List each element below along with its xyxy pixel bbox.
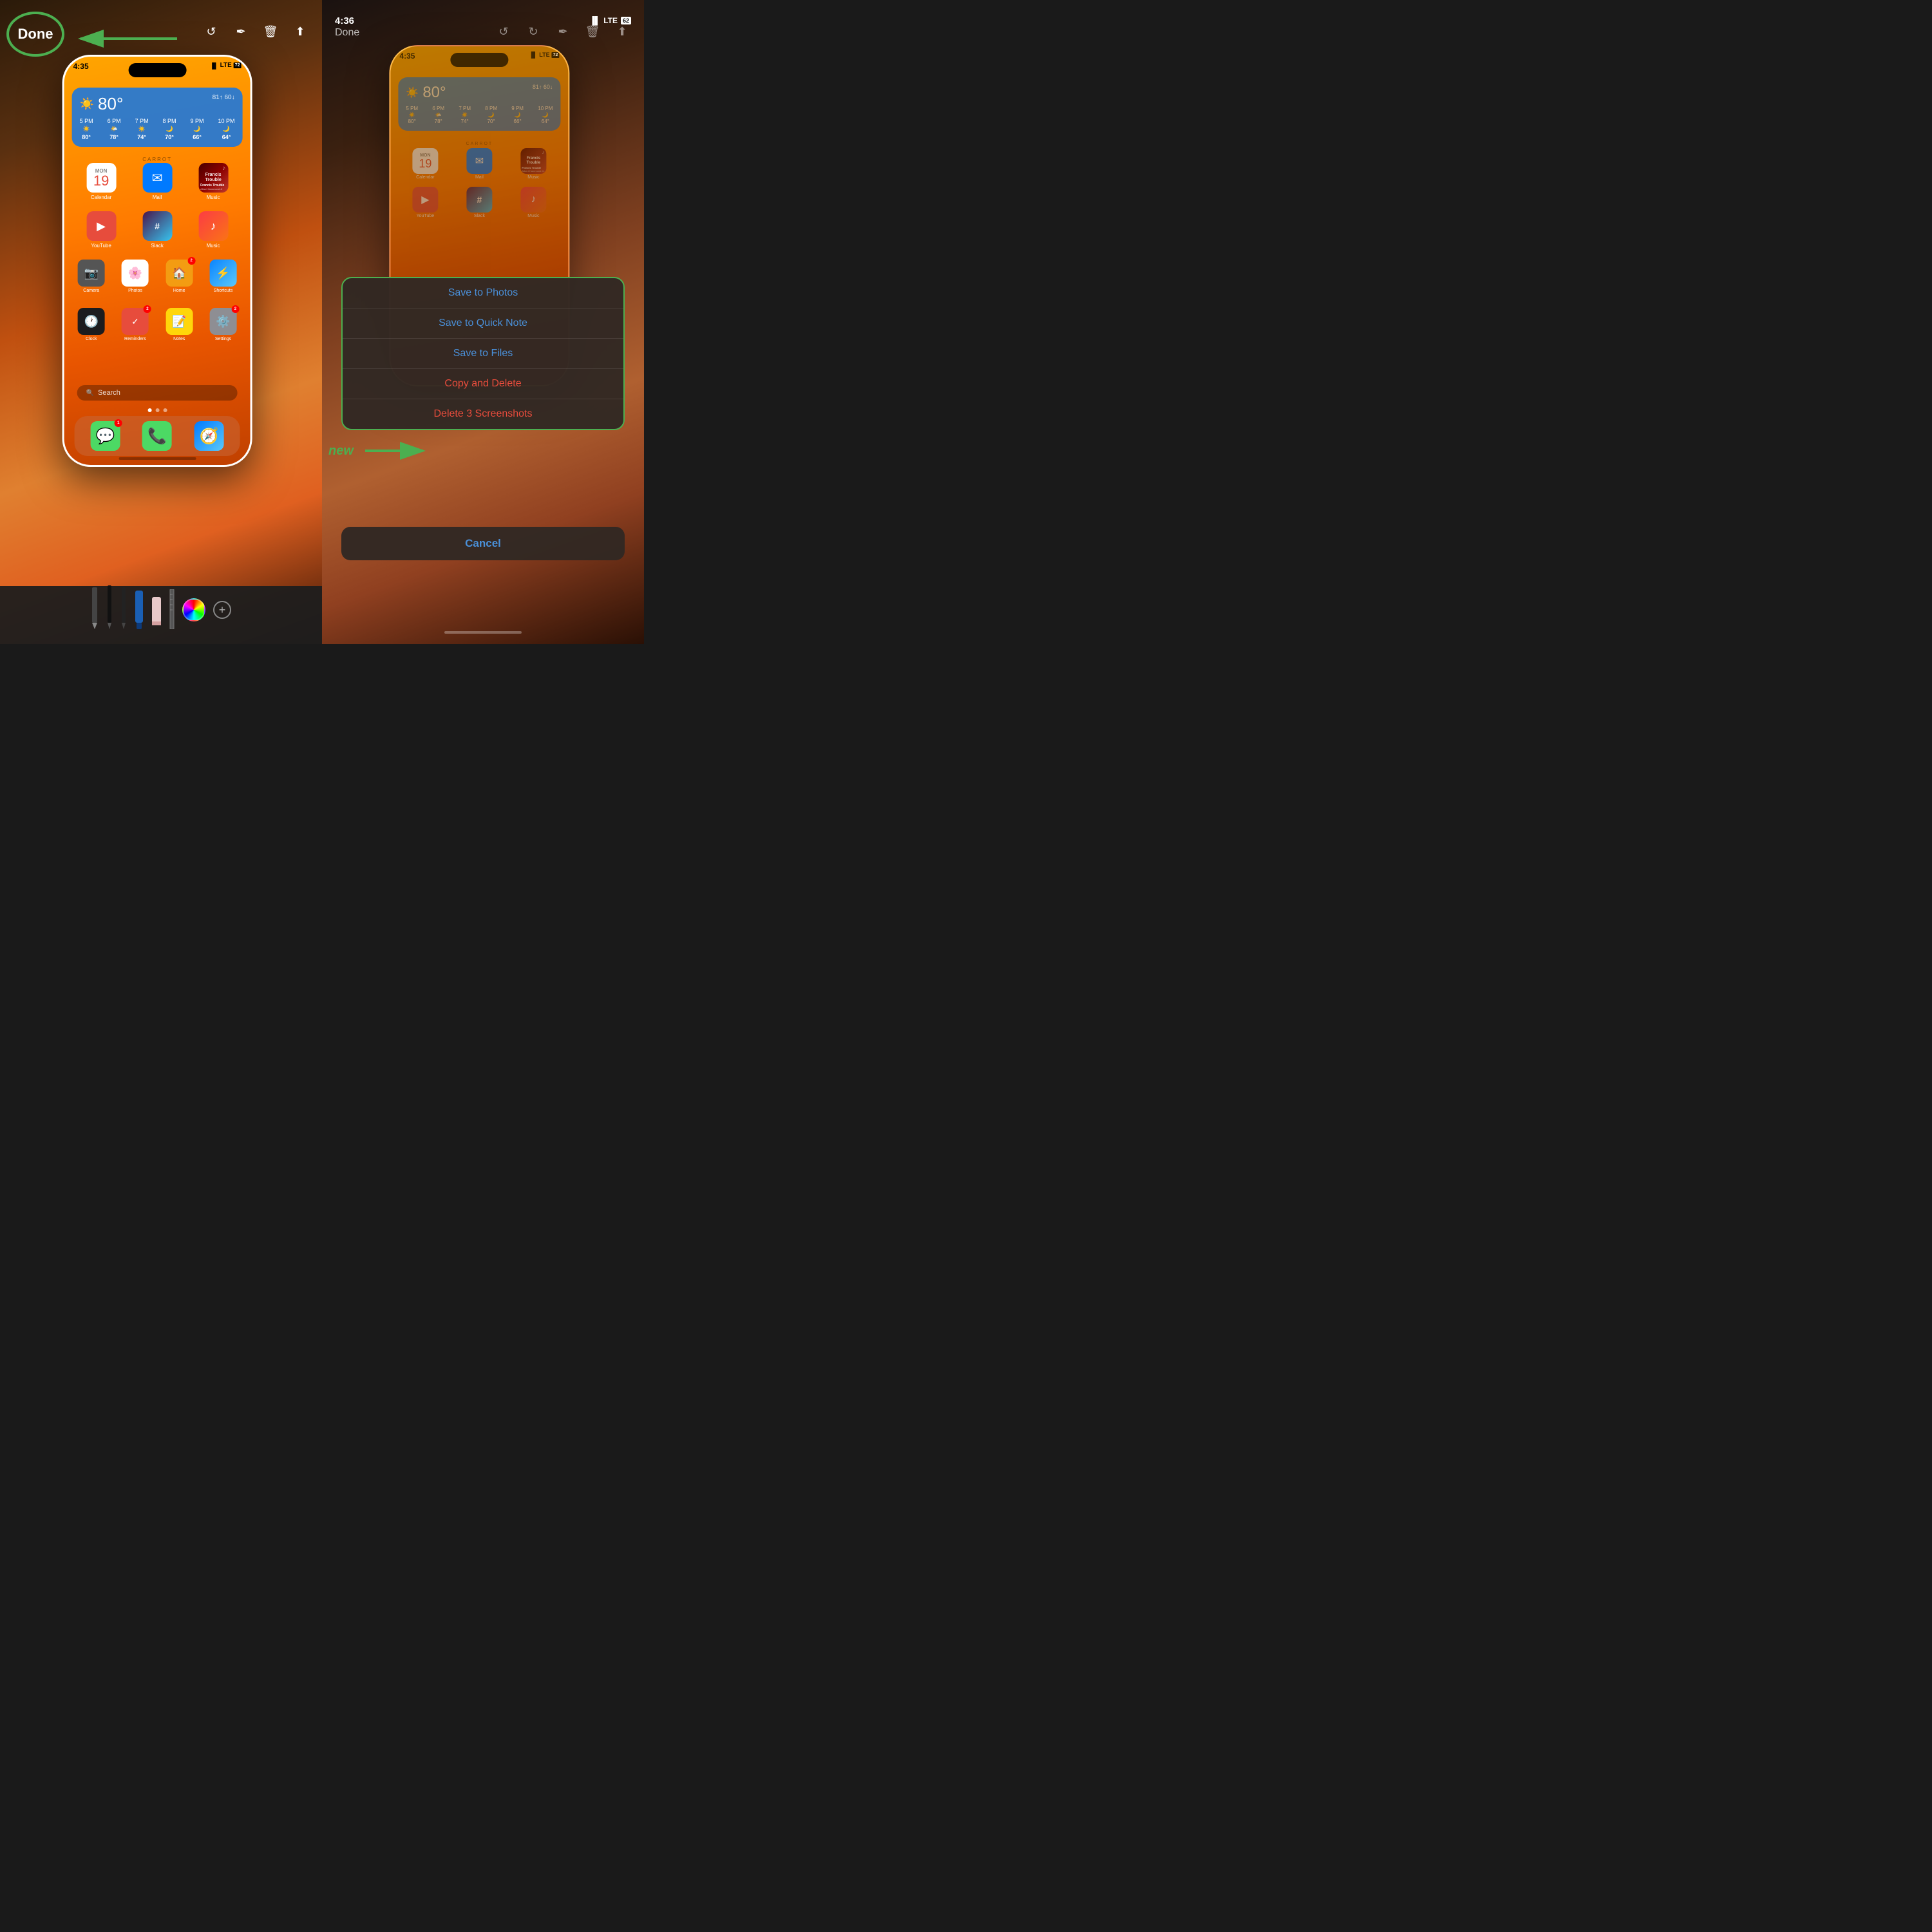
weather-forecast: 5 PM☀️80° 6 PM🌤️78° 7 PM☀️74° 8 PM🌙70° 9… xyxy=(80,118,235,140)
cancel-button[interactable]: Cancel xyxy=(341,527,625,560)
marker-tool[interactable] xyxy=(135,591,144,629)
calendar-app[interactable]: MON 19 Calendar xyxy=(83,163,119,200)
save-to-files-item[interactable]: Save to Files xyxy=(343,339,623,369)
right-dynamic-island xyxy=(450,53,508,67)
dot-3 xyxy=(163,408,167,412)
app-row-2: ▶ YouTube # Slack ♪ Music xyxy=(73,211,242,249)
left-toolbar: Done ↺ ✒ 🗑 ⬆ xyxy=(0,0,322,52)
left-phone-mockup: 4:35 ▐▌ LTE 72 ☀️ 80° 81↑ 60↓ 5 PM☀️8 xyxy=(62,55,252,467)
phone-time: 4:35 xyxy=(73,62,89,71)
messages-dock-icon[interactable]: 💬 1 xyxy=(91,421,120,451)
dot-2 xyxy=(155,408,159,412)
new-arrow xyxy=(359,438,436,464)
search-bar[interactable]: 🔍 Search xyxy=(77,385,238,401)
right-toolbar-icons: ↺ ↻ ✒ 🗑 ⬆ xyxy=(495,23,631,41)
photos-app[interactable]: 🌸 Photos xyxy=(120,260,151,293)
app-row-4: 🕐 Clock ✓2 Reminders 📝 Notes ⚙️2 Setting… xyxy=(70,308,245,341)
left-panel: Done ↺ ✒ 🗑 ⬆ 4:35 ▐▌ xyxy=(0,0,322,644)
home-indicator xyxy=(118,457,196,460)
app-row-3: 📷 Camera 🌸 Photos 🏠2 Home ⚡ Shortcuts xyxy=(70,260,245,293)
notes-app[interactable]: 📝 Notes xyxy=(164,308,194,341)
right-trash-icon[interactable]: 🗑 xyxy=(583,23,601,41)
delete-screenshots-item[interactable]: Delete 3 Screenshots xyxy=(343,399,623,429)
green-arrow xyxy=(61,19,190,58)
right-pen-icon[interactable]: ✒ xyxy=(554,23,572,41)
save-to-quick-note-item[interactable]: Save to Quick Note xyxy=(343,308,623,339)
weather-temp: 80° xyxy=(98,94,123,114)
music2-app[interactable]: ♪ Music xyxy=(195,211,231,249)
add-tool-button[interactable]: + xyxy=(213,601,231,619)
camera-app[interactable]: 📷 Camera xyxy=(76,260,107,293)
drawing-toolbar: + xyxy=(0,586,322,644)
trash-icon[interactable]: 🗑 xyxy=(261,23,279,41)
pen-tool-2[interactable] xyxy=(120,591,127,629)
eraser-tool[interactable] xyxy=(151,591,162,629)
home-app[interactable]: 🏠2 Home xyxy=(164,260,194,293)
pen-icon[interactable]: ✒ xyxy=(232,23,250,41)
done-circle-annotation: Done xyxy=(6,12,64,57)
phone-status-right: ▐▌ LTE 72 xyxy=(210,62,242,69)
music-app[interactable]: FrancisTrouble ♪ Francis Trouble Albert … xyxy=(195,163,231,200)
copy-and-delete-item[interactable]: Copy and Delete xyxy=(343,369,623,399)
youtube-app[interactable]: ▶ YouTube xyxy=(83,211,119,249)
slack-app[interactable]: # Slack xyxy=(139,211,175,249)
dynamic-island xyxy=(128,63,186,77)
pen-tool-1[interactable] xyxy=(106,591,113,629)
dot-1 xyxy=(147,408,151,412)
rotate-icon[interactable]: ↺ xyxy=(202,23,220,41)
search-placeholder: Search xyxy=(98,389,120,397)
color-wheel[interactable] xyxy=(182,598,205,621)
new-annotation: new xyxy=(328,438,436,464)
right-rotate-left-icon[interactable]: ↺ xyxy=(495,23,513,41)
right-done-label[interactable]: Done xyxy=(335,27,359,39)
reminders-app[interactable]: ✓2 Reminders xyxy=(120,308,151,341)
shortcuts-app[interactable]: ⚡ Shortcuts xyxy=(207,260,238,293)
weather-range: 81↑ 60↓ xyxy=(213,94,235,101)
weather-widget: ☀️ 80° 81↑ 60↓ 5 PM☀️80° 6 PM🌤️78° 7 PM☀… xyxy=(72,88,243,147)
right-toolbar: Done ↺ ↻ ✒ 🗑 ⬆ xyxy=(322,0,644,52)
save-to-photos-item[interactable]: Save to Photos xyxy=(343,278,623,308)
share-icon[interactable]: ⬆ xyxy=(291,23,309,41)
mail-app[interactable]: ✉ Mail xyxy=(139,163,175,200)
new-label-text: new xyxy=(328,444,354,459)
dock: 💬 1 📞 🧭 xyxy=(75,416,240,456)
page-dots xyxy=(64,408,251,412)
toolbar-icons: ↺ ✒ 🗑 ⬆ xyxy=(202,23,309,41)
app-row-1: MON 19 Calendar ✉ Mail FrancisTrouble xyxy=(73,163,242,200)
done-circle-label: Done xyxy=(18,26,53,43)
right-home-indicator-bar xyxy=(444,631,522,634)
phone-dock-icon[interactable]: 📞 xyxy=(142,421,172,451)
ruler-tool[interactable] xyxy=(169,591,175,629)
clock-app[interactable]: 🕐 Clock xyxy=(76,308,107,341)
right-panel: 4:36 ▐▌ LTE 62 Done ↺ ↻ ✒ 🗑 ⬆ 4:35 ▐▌ LT… xyxy=(322,0,644,644)
settings-app[interactable]: ⚙️2 Settings xyxy=(207,308,238,341)
safari-dock-icon[interactable]: 🧭 xyxy=(194,421,223,451)
right-rotate-right-icon[interactable]: ↻ xyxy=(524,23,542,41)
context-menu: Save to Photos Save to Quick Note Save t… xyxy=(341,277,625,430)
right-share-icon[interactable]: ⬆ xyxy=(613,23,631,41)
pencil-tool[interactable] xyxy=(91,591,99,629)
carrot-label: CARROT xyxy=(64,156,251,162)
